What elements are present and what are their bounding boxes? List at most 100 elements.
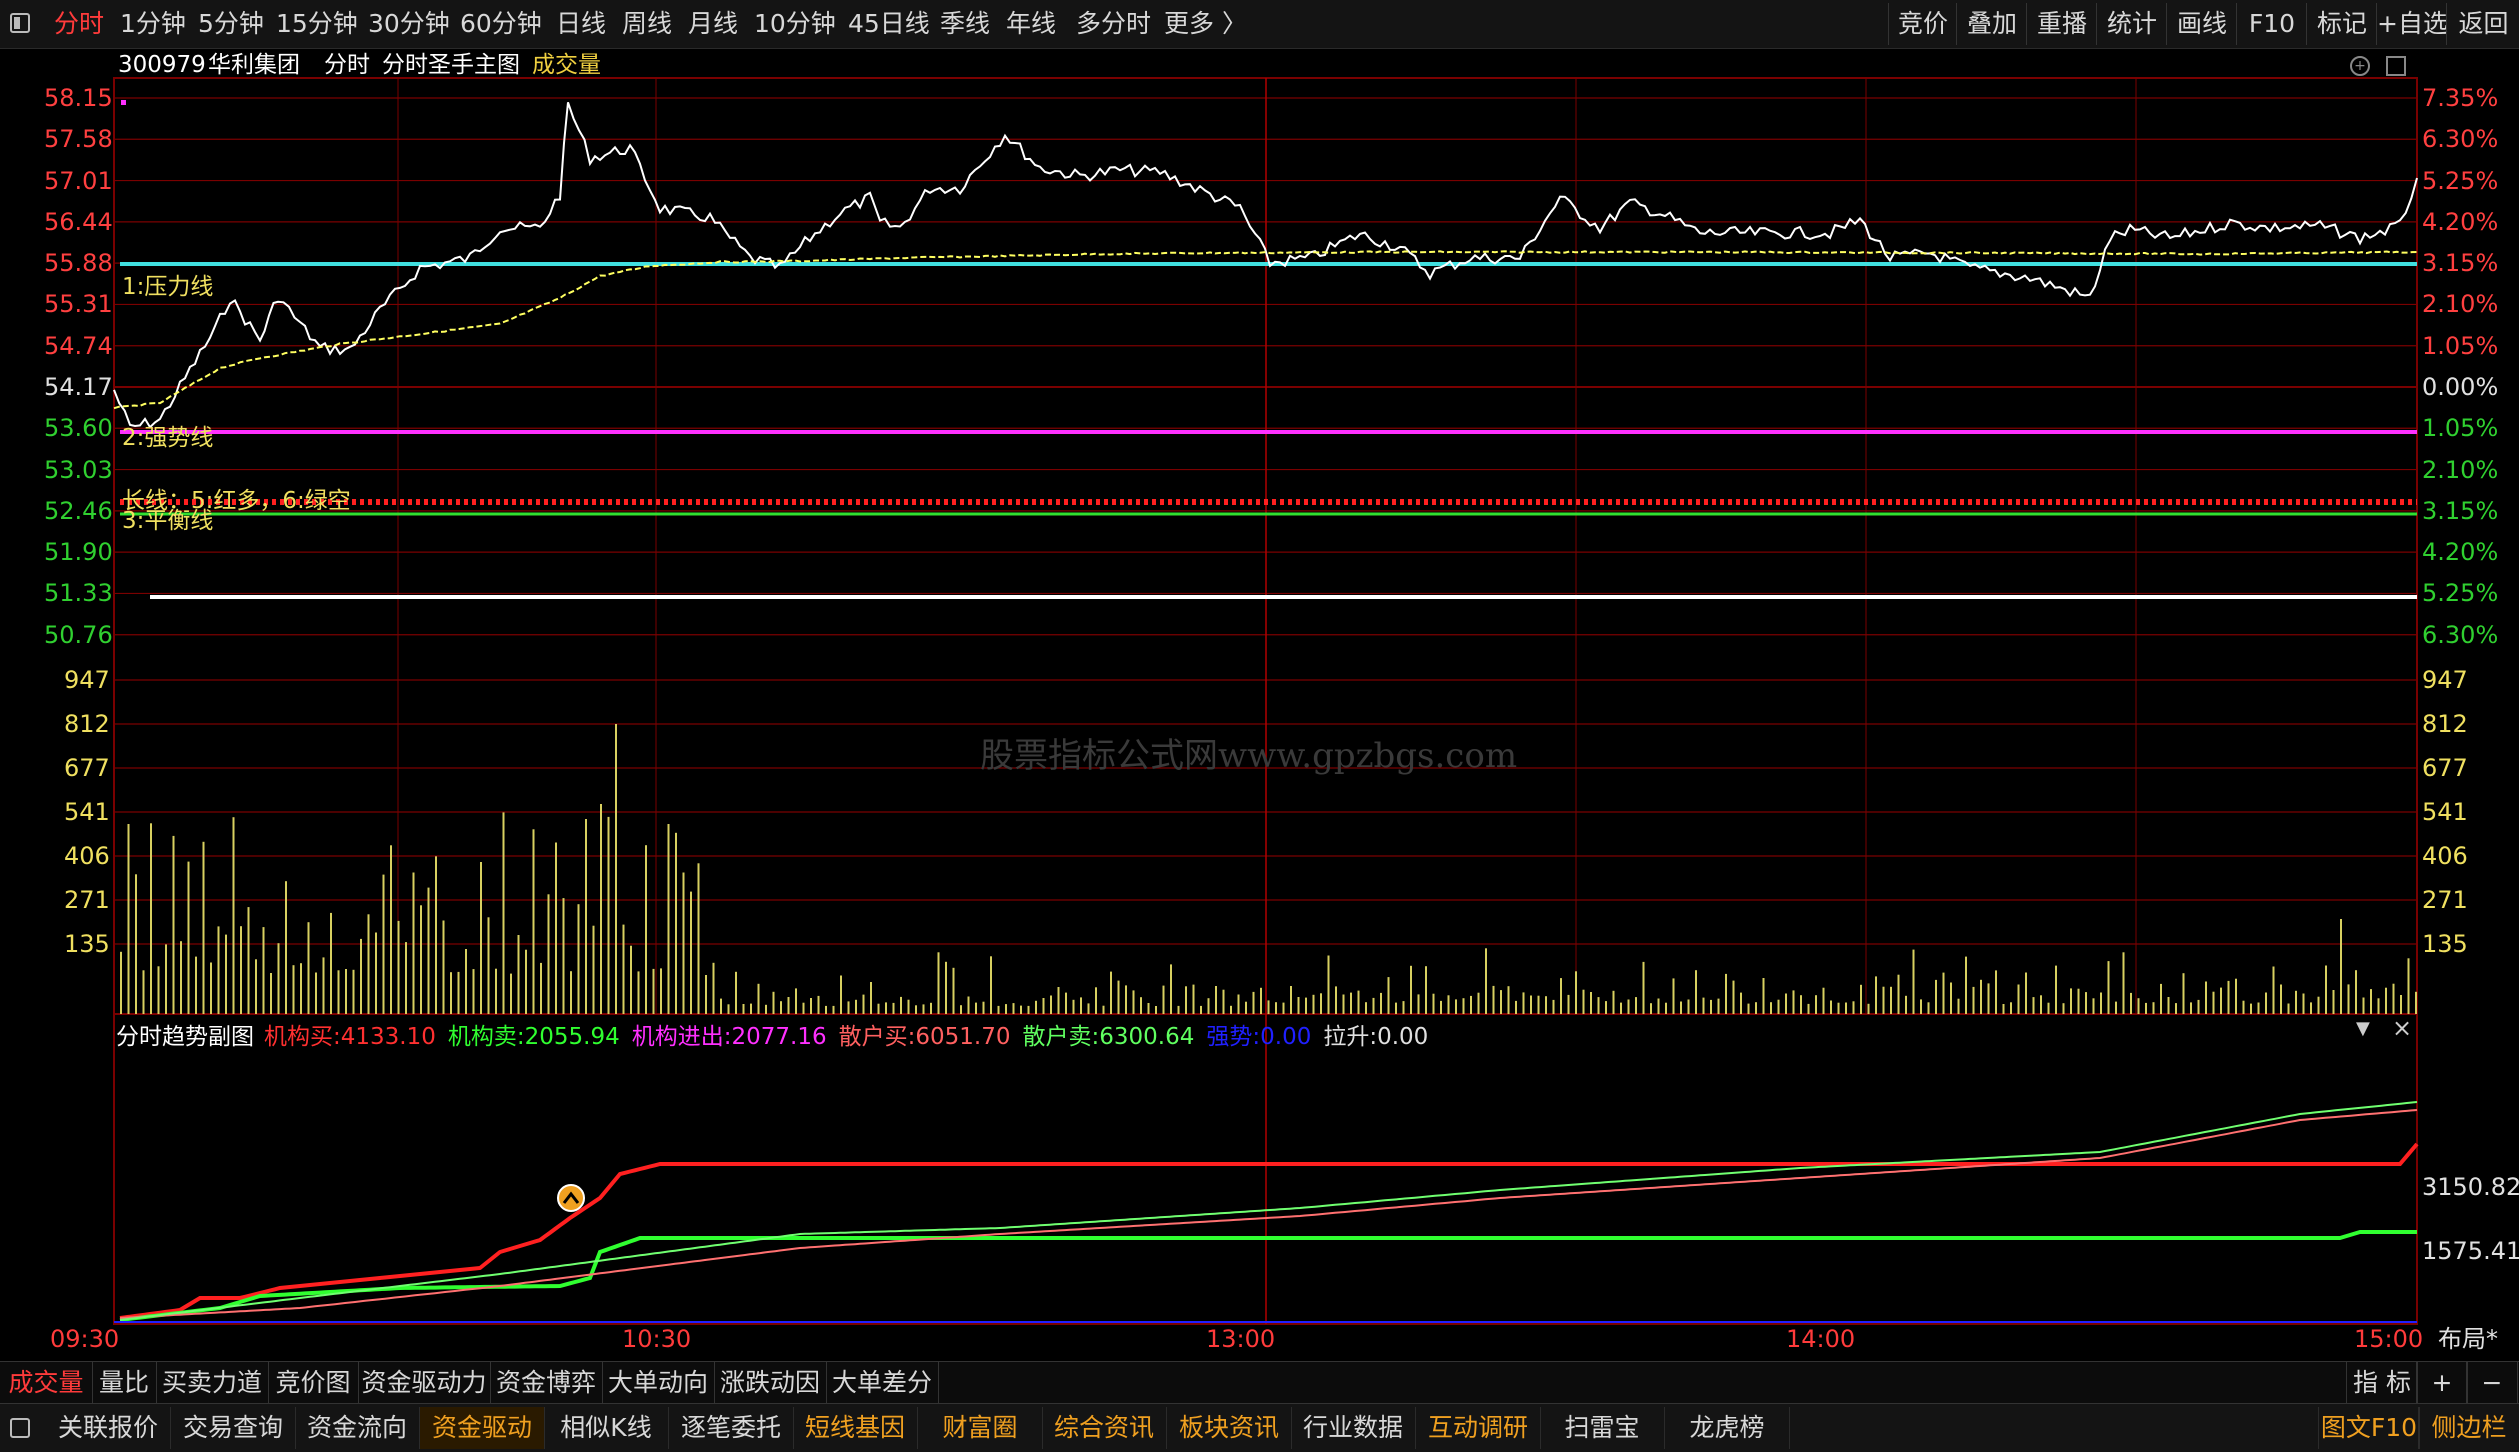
volume-bar [652,968,655,1014]
toolbar-button-0[interactable]: 竞价 [1888,3,1957,45]
function-tab-8[interactable]: 综合资讯 [1042,1407,1167,1449]
volume-bar [1395,1002,1397,1014]
period-tab-11[interactable]: 季线 [940,0,990,48]
period-tab-5[interactable]: 60分钟 [460,0,542,48]
volume-indicator-label[interactable]: 成交量 [532,52,601,78]
function-tab-7[interactable]: 财富圈 [918,1407,1043,1449]
function-right-1[interactable]: 侧边栏 [2418,1407,2519,1449]
toolbar-button-2[interactable]: 重播 [2026,3,2097,45]
volume-bar [795,988,797,1014]
indicator-control-1[interactable]: + [2416,1362,2468,1404]
volume-bar [2130,992,2132,1014]
toolbar-button-5[interactable]: F10 [2236,3,2307,45]
volume-bar [1635,997,1637,1014]
volume-label-left: 135 [64,930,110,958]
volume-bar [1447,995,1450,1014]
period-tab-7[interactable]: 周线 [622,0,672,48]
volume-bar [1755,1002,1757,1014]
period-tab-14[interactable]: 更多 〉 [1164,0,1247,48]
volume-bar [952,967,955,1014]
toolbar-button-6[interactable]: 标记 [2306,3,2377,45]
layout-label[interactable]: 布局* [2438,1327,2498,1351]
period-tab-4[interactable]: 30分钟 [368,0,450,48]
volume-bar [960,1005,962,1014]
indicator-control-0[interactable]: 指 标 [2346,1362,2418,1404]
function-tab-11[interactable]: 互动调研 [1416,1407,1541,1449]
chart-canvas[interactable] [0,48,2519,1361]
function-tab-5[interactable]: 逐笔委托 [669,1407,794,1449]
toolbar-button-3[interactable]: 统计 [2096,3,2167,45]
indicator-tab-bar: 成交量 量比 买卖力道 竞价图 资金驱动力 资金博弈 大单动向 涨跌动因 大单差分 指 标 + − [0,1361,2519,1404]
zoom-icon[interactable]: + [2350,56,2370,76]
indicator-tab-3[interactable]: 竞价图 [268,1362,359,1404]
sub-close-icon[interactable]: × [2392,1014,2412,1042]
function-tab-6[interactable]: 短线基因 [793,1407,918,1449]
volume-bar [1650,1003,1652,1014]
indicator-tab-0[interactable]: 成交量 [0,1362,93,1404]
period-tab-10[interactable]: 45日线 [848,0,930,48]
period-tab-1[interactable]: 1分钟 [120,0,186,48]
indicator-tab-6[interactable]: 大单动向 [602,1362,715,1404]
window-layout-icon[interactable] [10,13,30,33]
toolbar-button-7[interactable]: +自选 [2376,3,2448,45]
volume-bar [2212,991,2215,1014]
function-tab-12[interactable]: 扫雷宝 [1540,1407,1665,1449]
function-tab-9[interactable]: 板块资讯 [1167,1407,1292,1449]
volume-bar [990,956,992,1014]
indicator-tab-7[interactable]: 涨跌动因 [714,1362,827,1404]
volume-bar [945,961,947,1014]
volume-bar [975,1002,977,1014]
volume-bar [517,935,520,1014]
indicator-tab-8[interactable]: 大单差分 [826,1362,939,1404]
period-tab-9[interactable]: 10分钟 [754,0,836,48]
volume-bar [1350,992,1352,1014]
period-tab-13[interactable]: 多分时 [1076,0,1151,48]
function-tab-1[interactable]: 交易查询 [171,1407,296,1449]
toolbar-button-1[interactable]: 叠加 [1956,3,2027,45]
volume-bar [1597,997,1600,1014]
function-tab-0[interactable]: 关联报价 [46,1407,171,1449]
function-bar-menu-icon[interactable] [10,1418,30,1438]
volume-bar [1050,995,1052,1014]
intraday-chart[interactable]: 300979 华利集团 分时 分时圣手主图 成交量 + 1:压力线 2:强势线 … [0,48,2519,1361]
function-tab-13[interactable]: 龙虎榜 [1665,1407,1790,1449]
function-tab-3[interactable]: 资金驱动 [420,1407,545,1449]
function-tab-10[interactable]: 行业数据 [1291,1407,1416,1449]
indicator-tab-4[interactable]: 资金驱动力 [358,1362,491,1404]
pct-label-right: 3.15% [2422,496,2499,525]
period-tab-0[interactable]: 分时 [54,0,104,48]
volume-bar [1432,993,1435,1014]
sub-indicator-title[interactable]: 分时趋势副图 [116,1024,254,1050]
pct-label-right: 5.25% [2422,579,2499,608]
main-indicator-label[interactable]: 分时圣手主图 [382,52,520,78]
period-tab-3[interactable]: 15分钟 [276,0,358,48]
indicator-control-2[interactable]: − [2466,1362,2518,1404]
volume-bar [2100,992,2102,1014]
period-tab-8[interactable]: 月线 [688,0,738,48]
volume-bar [525,949,527,1014]
period-tab-6[interactable]: 日线 [556,0,606,48]
toolbar-button-8[interactable]: 返回 [2446,3,2519,45]
function-tab-4[interactable]: 相似K线 [544,1407,669,1449]
volume-bar [2250,1003,2252,1014]
period-tab-12[interactable]: 年线 [1006,0,1056,48]
volume-bar [262,927,265,1014]
volume-bar [720,998,722,1014]
volume-bar [1245,1001,1247,1014]
indicator-tab-2[interactable]: 买卖力道 [156,1362,269,1404]
volume-bar [2137,998,2140,1014]
panel-toggle-icon[interactable] [2386,56,2406,76]
indicator-tab-1[interactable]: 量比 [92,1362,157,1404]
function-tab-2[interactable]: 资金流向 [295,1407,420,1449]
period-tab-2[interactable]: 5分钟 [198,0,264,48]
function-right-0[interactable]: 图文F10 [2318,1407,2420,1449]
sub-dropdown-icon[interactable]: ▼ [2356,1018,2370,1039]
volume-bar [337,970,340,1014]
toolbar-button-4[interactable]: 画线 [2166,3,2237,45]
strong-line-label: 2:强势线 [122,425,214,451]
indicator-tab-5[interactable]: 资金博弈 [490,1362,603,1404]
volume-bar [1897,974,1900,1014]
volume-bar [570,971,572,1014]
volume-bar [1882,986,1885,1014]
volume-label-right: 947 [2422,666,2468,694]
